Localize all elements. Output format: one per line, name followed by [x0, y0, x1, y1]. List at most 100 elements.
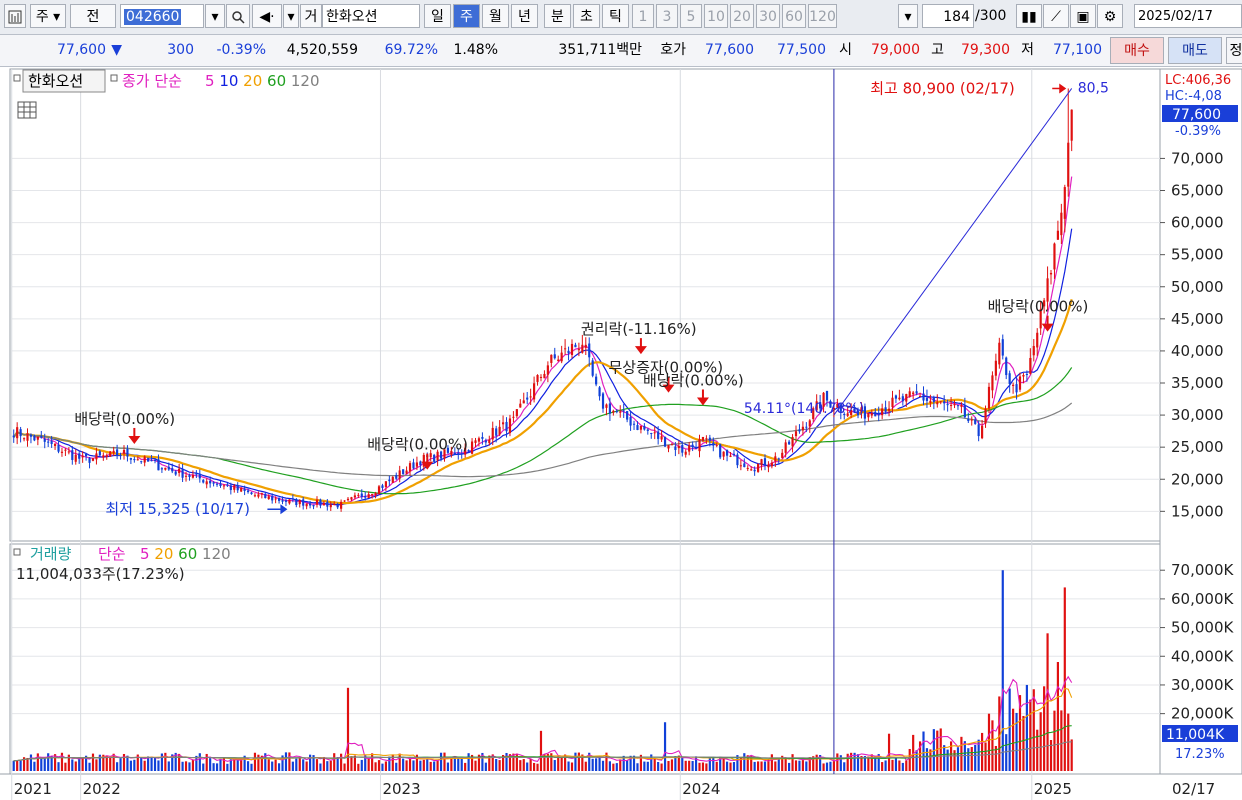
count-input[interactable]: 184 — [922, 4, 974, 28]
prev-select[interactable]: 전 — [70, 4, 116, 28]
volume-bar-197 — [691, 761, 694, 771]
volume-bar-88 — [315, 759, 319, 771]
market-select[interactable]: 주 ▾ — [30, 4, 66, 28]
volume-bar-58 — [212, 763, 215, 771]
volume-bar-164 — [577, 752, 580, 771]
volume-bar-42 — [157, 760, 160, 771]
candle-216 — [757, 463, 760, 473]
turnover: 1.48% — [453, 42, 498, 58]
candle-205 — [719, 443, 722, 460]
candle-113 — [402, 469, 405, 475]
low-price: 77,100 — [1053, 42, 1102, 58]
interval-button-120[interactable]: 120 — [808, 4, 837, 28]
volume-bar-209 — [732, 762, 736, 771]
volume-bar-264 — [922, 731, 925, 771]
chevron-down-icon[interactable]: ▾ — [283, 4, 299, 28]
trade-volume: 4,520,559 — [286, 42, 358, 58]
stock-name-field[interactable]: 한화오션 — [322, 4, 420, 28]
low-label: 저 — [1021, 42, 1034, 58]
period-button-5[interactable]: 초 — [573, 4, 600, 28]
legend-period-60: 60 — [262, 72, 286, 90]
volume-bar-163 — [574, 752, 577, 771]
volume-bar-62 — [226, 763, 229, 771]
interval-dropdown-button[interactable]: ▾ — [898, 4, 918, 28]
period-button-0[interactable]: 일 — [424, 4, 451, 28]
volume-bar-79 — [284, 752, 288, 771]
price-tick-label-6: 45,000 — [1171, 310, 1224, 328]
interval-button-60[interactable]: 60 — [782, 4, 806, 28]
volume-bar-183 — [643, 761, 646, 771]
volume-bar-279 — [974, 744, 977, 771]
candle-39 — [147, 457, 150, 462]
volume-bar-30 — [116, 762, 119, 771]
volume-bar-270 — [943, 745, 946, 771]
interval-button-10[interactable]: 10 — [704, 4, 728, 28]
volume-bar-241 — [843, 762, 846, 771]
period-button-2[interactable]: 월 — [482, 4, 509, 28]
interval-button-3[interactable]: 3 — [656, 4, 678, 28]
volume-bar-191 — [670, 759, 674, 771]
period-button-3[interactable]: 년 — [511, 4, 538, 28]
volume-bar-169 — [595, 758, 598, 771]
volume-bar-201 — [705, 763, 708, 771]
volume-bar-207 — [725, 761, 729, 771]
chart-icon[interactable] — [4, 4, 26, 28]
volume-bar-124 — [439, 752, 443, 771]
speaker-icon[interactable]: ◀· — [252, 4, 282, 28]
volume-bar-18 — [74, 761, 77, 771]
volume-bar-20 — [81, 757, 84, 771]
panel-stock-name: 한화오션 — [28, 72, 83, 90]
volume-bar-168 — [591, 758, 594, 771]
volume-bar-297 — [1036, 729, 1039, 771]
volume-bar-103 — [367, 758, 370, 771]
volume-bar-59 — [215, 763, 219, 771]
volume-bar-7 — [36, 753, 39, 771]
volume-bar-273 — [953, 750, 956, 771]
volume-bar-274 — [956, 747, 960, 771]
volume-bar-5 — [29, 754, 33, 771]
code-dropdown-button[interactable]: ▾ — [205, 4, 225, 28]
price-tick-label-7: 50,000 — [1171, 278, 1224, 296]
volume-bar-229 — [801, 760, 804, 771]
interval-button-5[interactable]: 5 — [680, 4, 702, 28]
period-button-6[interactable]: 틱 — [602, 4, 629, 28]
volume-bar-151 — [533, 762, 536, 771]
period-button-4[interactable]: 분 — [544, 4, 571, 28]
stock-code-input[interactable]: 042660 — [120, 4, 204, 28]
volume-bar-192 — [674, 756, 677, 771]
volume-bar-81 — [291, 761, 294, 771]
interval-button-20[interactable]: 20 — [730, 4, 754, 28]
market-label: 주 — [35, 9, 49, 25]
volume-bar-149 — [526, 762, 529, 771]
edge-button[interactable]: 정 — [1226, 37, 1242, 64]
volume-bar-215 — [753, 761, 756, 771]
search-icon[interactable] — [226, 4, 250, 28]
price-tick-label-9: 60,000 — [1171, 214, 1224, 232]
volume-tick-label-3: 50,000K — [1171, 619, 1234, 637]
volume-bar-222 — [777, 759, 780, 771]
interval-button-30[interactable]: 30 — [756, 4, 780, 28]
volume-bar-257 — [898, 760, 901, 771]
x-tick-label-4: 2025 — [1034, 780, 1072, 798]
volume-bar-203 — [712, 757, 715, 771]
candle-168 — [591, 357, 594, 378]
volume-bar-212 — [743, 753, 746, 771]
date-input[interactable]: 2025/02/17 — [1134, 4, 1242, 28]
table-icon[interactable] — [17, 101, 37, 119]
volume-bar-6 — [33, 761, 36, 771]
gear-icon[interactable]: ⚙ — [1097, 4, 1123, 28]
volume-bar-147 — [519, 760, 522, 771]
volume-bar-258 — [901, 762, 904, 771]
buy-button[interactable]: 매수 — [1110, 37, 1164, 64]
volume-bar-296 — [1032, 689, 1035, 771]
line-tool-icon[interactable]: ⟋ — [1043, 4, 1069, 28]
volume-bar-90 — [322, 756, 325, 771]
save-icon[interactable]: ▣ — [1070, 4, 1096, 28]
volume-bar-132 — [467, 753, 470, 771]
volume-bar-29 — [112, 753, 115, 771]
candle-type-icon[interactable]: ▮▮ — [1016, 4, 1042, 28]
volume-bar-198 — [694, 756, 698, 771]
interval-button-1[interactable]: 1 — [632, 4, 654, 28]
sell-button[interactable]: 매도 — [1168, 37, 1222, 64]
period-button-1[interactable]: 주 — [453, 4, 480, 28]
